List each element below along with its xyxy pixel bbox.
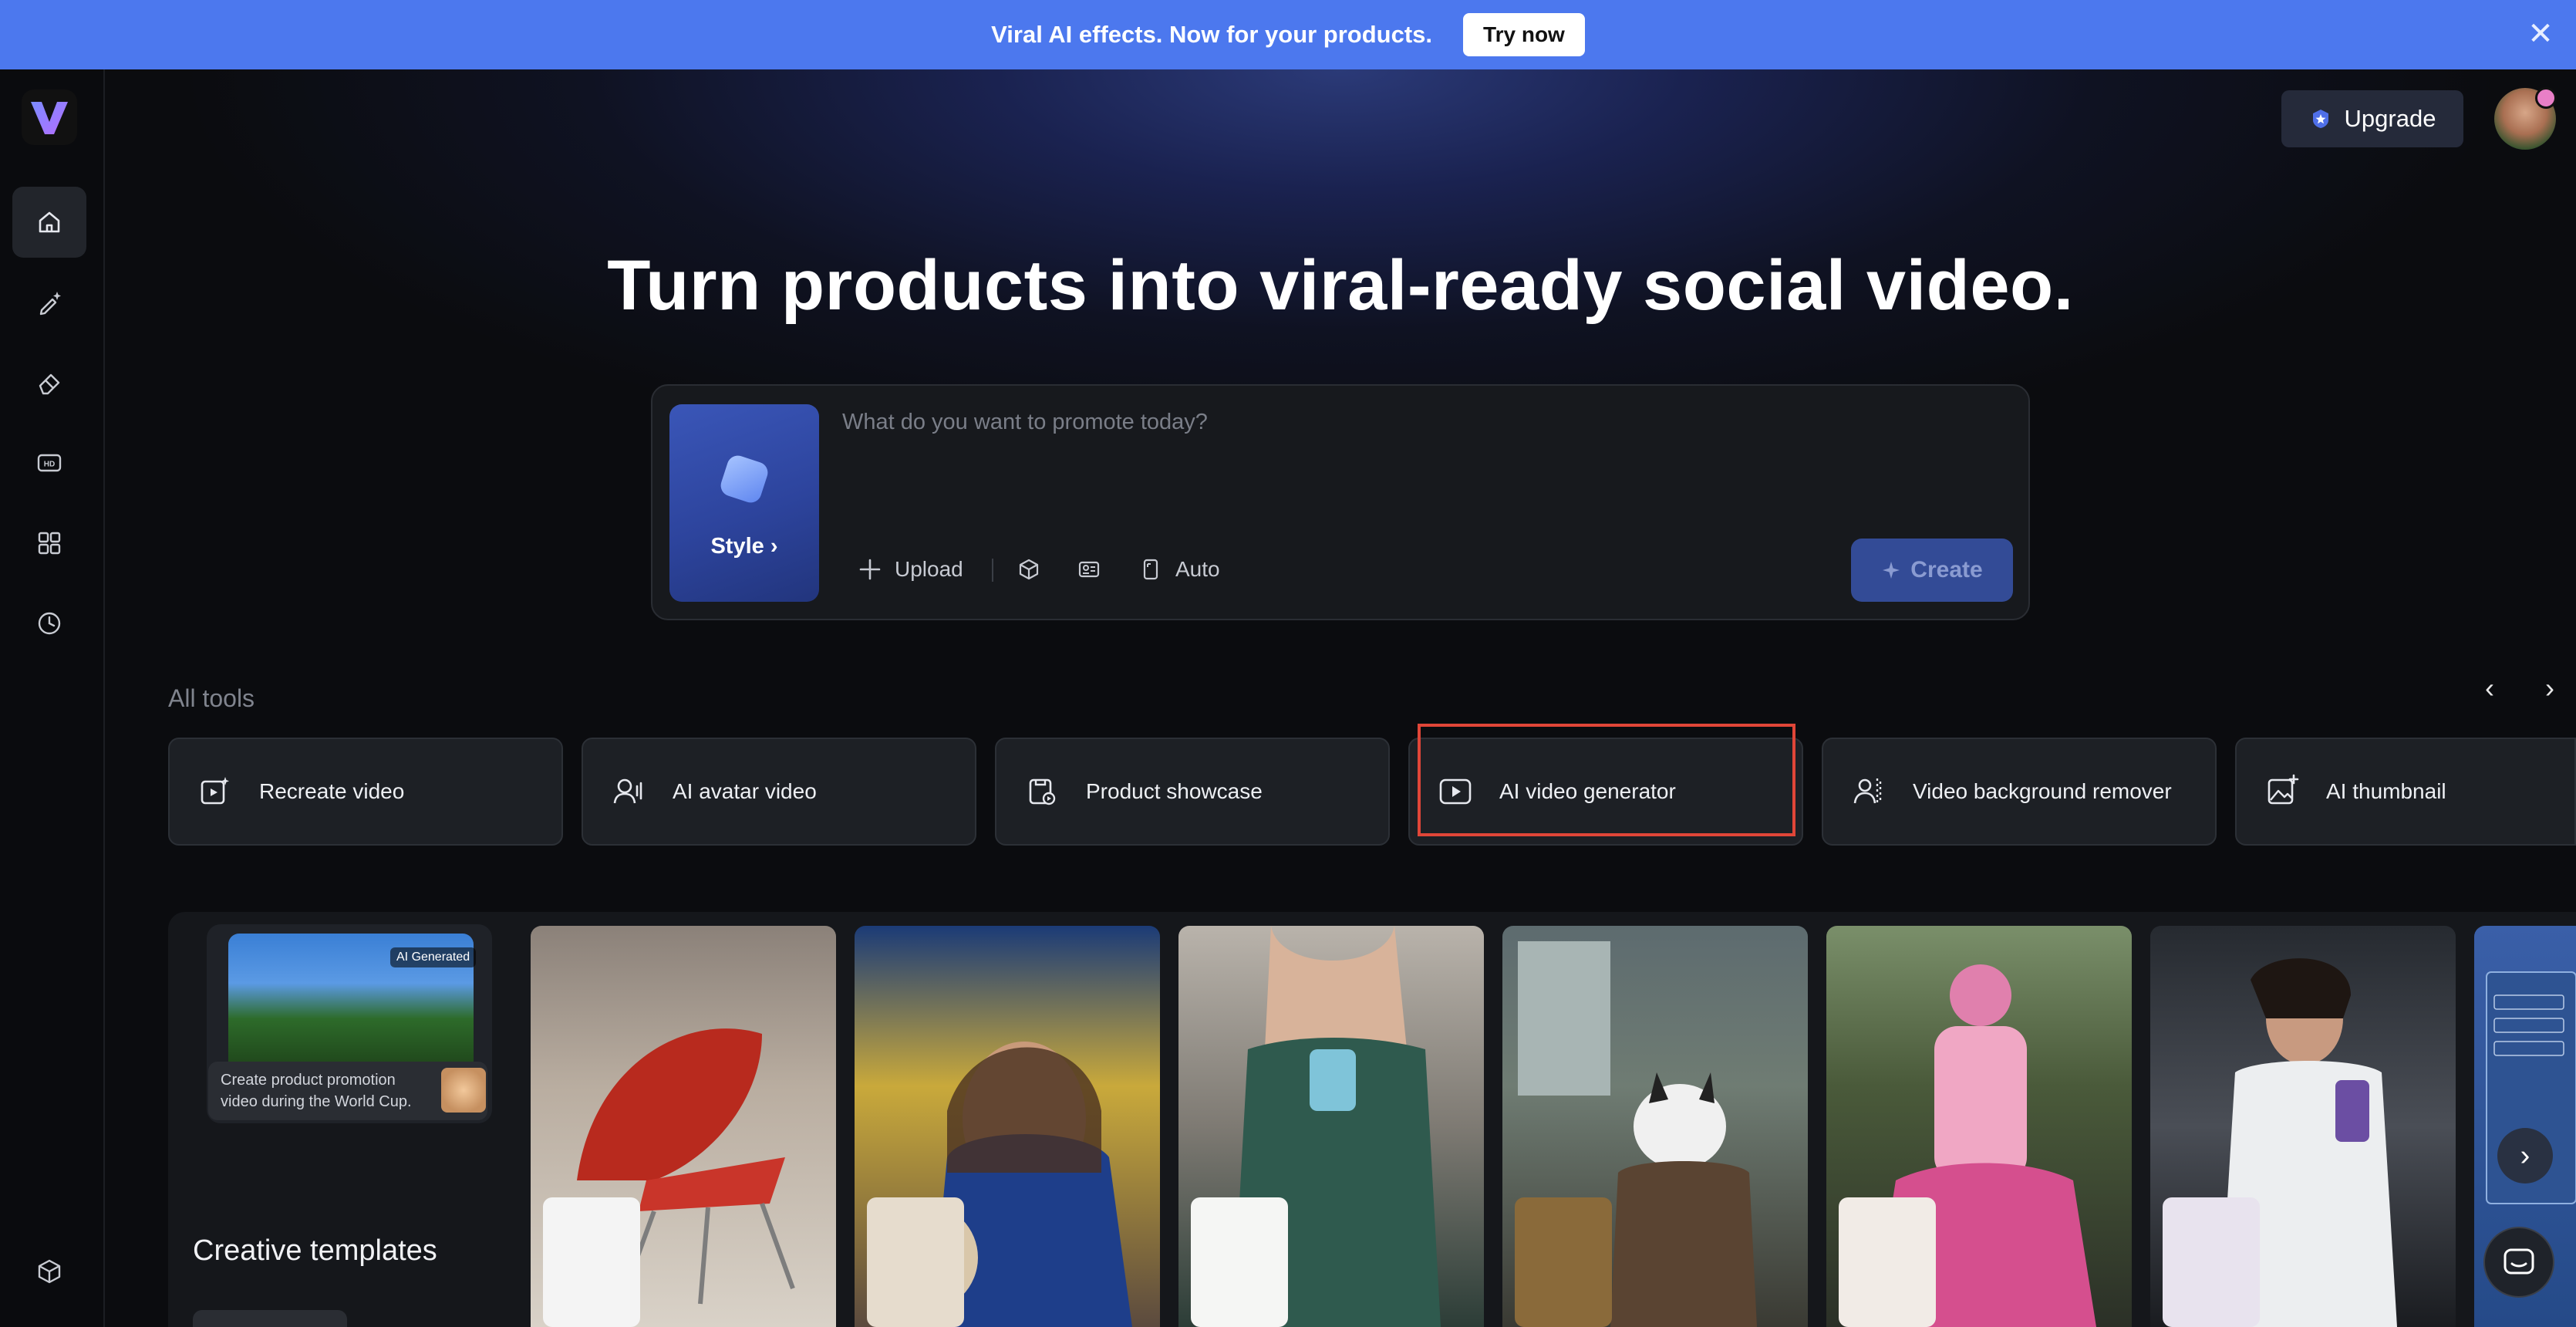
upgrade-label: Upgrade: [2344, 105, 2436, 132]
sidebar-item-assets[interactable]: [12, 1236, 86, 1307]
toolbar-divider: [992, 559, 993, 582]
tool-label: AI avatar video: [673, 779, 817, 803]
notification-badge: [2535, 87, 2557, 109]
product-thumbnail: [1515, 1197, 1612, 1327]
try-now-button[interactable]: Try now: [1463, 13, 1585, 56]
aspect-ratio-label: Auto: [1175, 557, 1220, 581]
play-video-icon: [1439, 778, 1472, 805]
tool-label: AI thumbnail: [2326, 779, 2446, 803]
aspect-ratio-icon: [1143, 559, 1158, 580]
template-mascot-thumbnail: [441, 1068, 486, 1113]
avatar-card-button[interactable]: [1077, 551, 1101, 588]
product-thumbnail: [1839, 1197, 1936, 1327]
templates-view-all-button[interactable]: [193, 1310, 347, 1327]
template-card-perfume[interactable]: [1178, 926, 1484, 1327]
template-card-sunrise-dream[interactable]: [1826, 926, 2132, 1327]
tool-ai-thumbnail[interactable]: AI thumbnail: [2235, 738, 2576, 846]
apps-grid-icon: [38, 532, 61, 555]
template-card-cat[interactable]: [1502, 926, 1808, 1327]
prompt-box: Style › Upload Auto Create: [651, 384, 2030, 620]
product-thumbnail: [1191, 1197, 1288, 1327]
product-thumbnail: [543, 1197, 640, 1327]
product-thumbnail: [2163, 1197, 2260, 1327]
history-clock-icon: [38, 612, 61, 635]
hd-icon: HD: [37, 454, 62, 472]
product-button[interactable]: [1017, 551, 1041, 588]
page-headline: Turn products into viral-ready social vi…: [607, 246, 2074, 325]
sidebar-item-eraser[interactable]: [12, 347, 86, 418]
recreate-video-icon: [201, 777, 229, 805]
creative-templates-title: Creative templates: [193, 1234, 437, 1267]
cube-icon: [1019, 559, 1039, 580]
tool-product-showcase[interactable]: Product showcase: [995, 738, 1390, 846]
promo-banner: Viral AI effects. Now for your products.…: [0, 0, 2576, 69]
upload-button[interactable]: Upload: [858, 551, 963, 588]
plus-icon: [859, 559, 881, 580]
sidebar-item-hd[interactable]: HD: [12, 427, 86, 498]
upload-label: Upload: [895, 557, 963, 581]
tool-label: Recreate video: [259, 779, 405, 803]
avatar-voice-icon: [613, 778, 642, 804]
product-thumbnail: [867, 1197, 964, 1327]
template-card-stadium[interactable]: [855, 926, 1160, 1327]
person-remove-bg-icon: [1853, 778, 1882, 805]
app-logo[interactable]: [22, 89, 77, 145]
crown-badge-icon: [2312, 110, 2328, 128]
sidebar-item-home[interactable]: [12, 187, 86, 258]
template-card-racer[interactable]: [2150, 926, 2456, 1327]
upgrade-button[interactable]: Upgrade: [2281, 90, 2463, 147]
tool-video-background-remover[interactable]: Video background remover: [1822, 738, 2217, 846]
tools-next-arrow[interactable]: ›: [2530, 668, 2570, 708]
sidebar-item-apps[interactable]: [12, 508, 86, 579]
tool-label: AI video generator: [1499, 779, 1676, 803]
gallery-next-button[interactable]: ›: [2497, 1128, 2553, 1183]
sparkle-pen-icon: [39, 292, 61, 316]
banner-text: Viral AI effects. Now for your products.: [991, 21, 1433, 48]
tool-label: Product showcase: [1086, 779, 1263, 803]
style-icon: [717, 452, 771, 506]
create-button[interactable]: Create: [1851, 539, 2013, 602]
close-icon[interactable]: ✕: [2524, 17, 2557, 51]
svg-text:HD: HD: [44, 461, 55, 469]
chat-icon: [2504, 1248, 2534, 1275]
sidebar-item-ai-tools[interactable]: [12, 267, 86, 338]
sidebar-item-history[interactable]: [12, 588, 86, 659]
tool-recreate-video[interactable]: Recreate video: [168, 738, 563, 846]
v-logo-icon: [31, 102, 68, 134]
aspect-ratio-button[interactable]: Auto: [1138, 551, 1220, 588]
sidebar: HD: [0, 69, 105, 1327]
ai-generated-badge: AI Generated: [390, 947, 477, 967]
package-icon: [38, 1259, 61, 1284]
style-selector[interactable]: Style ›: [669, 404, 819, 602]
product-showcase-icon: [1029, 778, 1056, 805]
id-card-icon: [1078, 561, 1100, 578]
home-icon: [39, 211, 60, 233]
eraser-icon: [39, 373, 60, 395]
image-plus-icon: [2267, 774, 2299, 805]
template-card-chair[interactable]: [531, 926, 836, 1327]
support-chat-button[interactable]: [2483, 1227, 2554, 1298]
create-label: Create: [1910, 557, 1983, 582]
prompt-input[interactable]: [842, 403, 1999, 441]
tools-prev-arrow[interactable]: ‹: [2470, 668, 2510, 708]
style-label: Style ›: [710, 534, 778, 559]
sparkle-icon: [1883, 562, 1900, 579]
tool-label: Video background remover: [1913, 779, 2172, 803]
all-tools-label: All tools: [168, 684, 255, 712]
tool-ai-video-generator[interactable]: AI video generator: [1408, 738, 1803, 846]
tool-ai-avatar-video[interactable]: AI avatar video: [582, 738, 976, 846]
